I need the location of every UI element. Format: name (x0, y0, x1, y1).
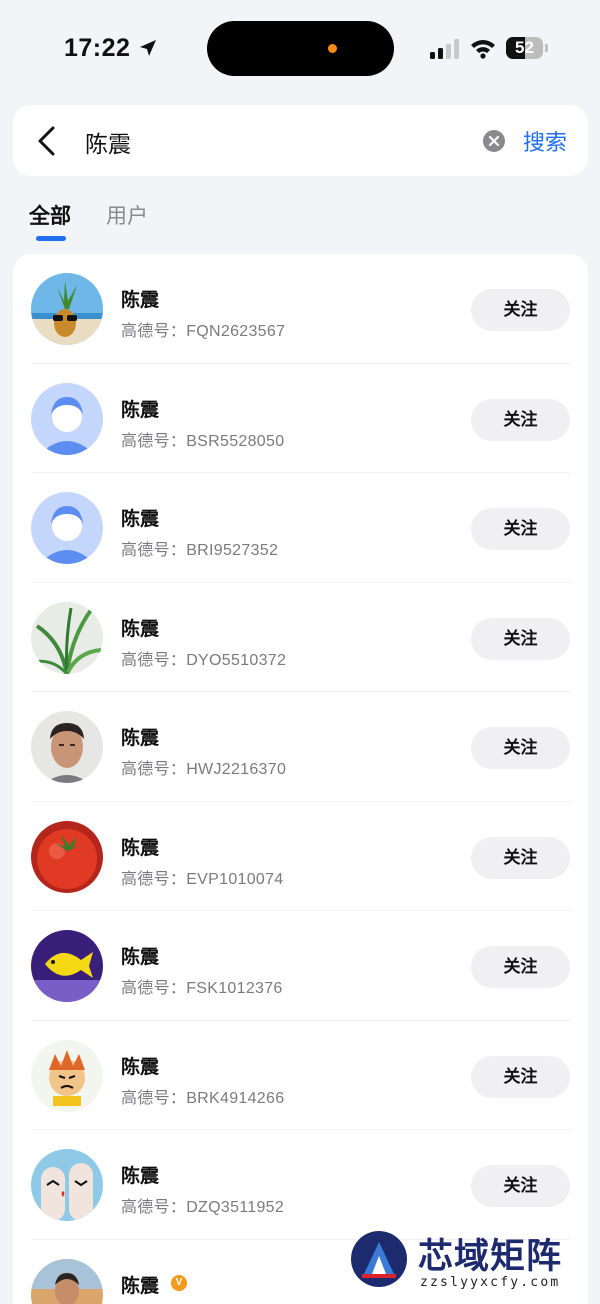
search-input[interactable]: 陈震 (85, 125, 131, 159)
battery-percentage: 52 (515, 38, 534, 57)
list-item[interactable]: 陈震 高德号：FSK1012376 关注 (13, 911, 588, 1021)
user-name: 陈震 (121, 1166, 160, 1187)
avatar[interactable] (31, 820, 103, 893)
avatar[interactable] (31, 930, 103, 1002)
recording-indicator-dot (328, 44, 337, 53)
fingers-avatar-image (31, 1149, 103, 1221)
user-id: 高德号：BRK4914266 (121, 1089, 285, 1107)
fish-avatar-image (31, 930, 103, 1002)
user-id: 高德号：HWJ2216370 (121, 761, 287, 778)
watermark-title: 芯域矩阵 (418, 1236, 563, 1277)
user-name: 陈震 (121, 290, 160, 311)
cellular-signal-icon (430, 39, 459, 59)
follow-button[interactable]: 关注 (471, 727, 570, 769)
status-time: 17:22 (64, 34, 131, 62)
follow-button[interactable]: 关注 (471, 398, 570, 441)
default-avatar-image (31, 382, 103, 455)
wifi-icon (471, 40, 495, 59)
avatar[interactable] (31, 273, 103, 345)
user-name: 陈震 (121, 947, 160, 968)
status-bar: 17:22 52 (0, 0, 600, 96)
list-item[interactable]: 陈震 高德号：BRI9527352 关注 (13, 473, 588, 583)
list-item[interactable]: 陈震 高德号：DYO5510372 关注 (13, 583, 588, 692)
avatar[interactable] (31, 1149, 103, 1221)
tomato-avatar-image (31, 820, 103, 893)
list-item[interactable]: 陈震 高德号：FQN2623567 关注 (13, 254, 588, 364)
user-name: 陈震 (121, 1275, 160, 1297)
follow-button[interactable]: 关注 (471, 946, 570, 988)
verified-badge-icon: V (171, 1274, 187, 1291)
user-id: 高德号：BSR5528050 (121, 432, 285, 450)
active-tab-indicator (36, 236, 66, 241)
cartoon-avatar-image (31, 1039, 103, 1112)
avatar[interactable] (31, 601, 103, 674)
location-arrow-icon (140, 40, 156, 56)
follow-button[interactable]: 关注 (471, 1055, 570, 1098)
portrait-avatar-image (31, 711, 103, 783)
list-item[interactable]: 陈震 高德号：EVP1010074 关注 (13, 802, 588, 911)
man-photo-avatar-image (31, 1258, 103, 1304)
tab-users[interactable]: 用户 (106, 200, 148, 230)
user-id: 高德号：DYO5510372 (121, 651, 287, 669)
follow-button[interactable]: 关注 (471, 508, 570, 550)
list-item[interactable]: 陈震 高德号：DZQ3511952 关注 (13, 1130, 588, 1240)
follow-button[interactable]: 关注 (471, 1165, 570, 1207)
avatar[interactable] (31, 382, 103, 455)
user-id: 高德号：BRI9527352 (121, 542, 279, 559)
list-item[interactable]: 陈震 高德号：BSR5528050 关注 (13, 364, 588, 473)
battery-icon: 52 (506, 37, 548, 59)
search-bar: 陈震 搜索 (13, 105, 588, 176)
watermark-url: zzslyyxcfy.com (420, 1275, 561, 1290)
follow-button[interactable]: 关注 (471, 289, 570, 331)
avatar[interactable] (31, 492, 103, 564)
back-chevron-icon[interactable] (35, 125, 59, 157)
user-name: 陈震 (121, 1056, 160, 1078)
user-name: 陈震 (121, 837, 160, 859)
follow-button[interactable]: 关注 (471, 836, 570, 879)
watermark-logo-icon (351, 1231, 407, 1287)
clear-search-icon[interactable] (483, 130, 505, 152)
pineapple-avatar-image (31, 273, 103, 345)
user-results-list: 陈震 高德号：FQN2623567 关注 陈震 高德号：BSR5528050 关… (13, 254, 588, 1304)
avatar[interactable] (31, 711, 103, 783)
user-id: 高德号：FQN2623567 (121, 323, 286, 340)
user-id: 高德号：EVP1010074 (121, 870, 284, 888)
user-name: 陈震 (121, 509, 160, 530)
user-id: 高德号：DZQ3511952 (121, 1199, 285, 1216)
avatar[interactable] (31, 1258, 103, 1304)
tab-all[interactable]: 全部 (29, 200, 71, 230)
list-item[interactable]: 陈震 高德号：HWJ2216370 关注 (13, 692, 588, 802)
search-button[interactable]: 搜索 (523, 125, 567, 157)
list-item[interactable]: 陈震 高德号：BRK4914266 关注 (13, 1021, 588, 1130)
user-name: 陈震 (121, 399, 160, 421)
plant-avatar-image (31, 601, 103, 674)
user-name: 陈震 (121, 728, 160, 749)
follow-button[interactable]: 关注 (471, 617, 570, 660)
user-name: 陈震 (121, 618, 160, 640)
avatar[interactable] (31, 1039, 103, 1112)
user-id: 高德号：FSK1012376 (121, 980, 283, 997)
dynamic-island (207, 21, 394, 76)
watermark: 芯域矩阵 zzslyyxcfy.com (350, 1228, 590, 1298)
default-avatar-image (31, 492, 103, 564)
